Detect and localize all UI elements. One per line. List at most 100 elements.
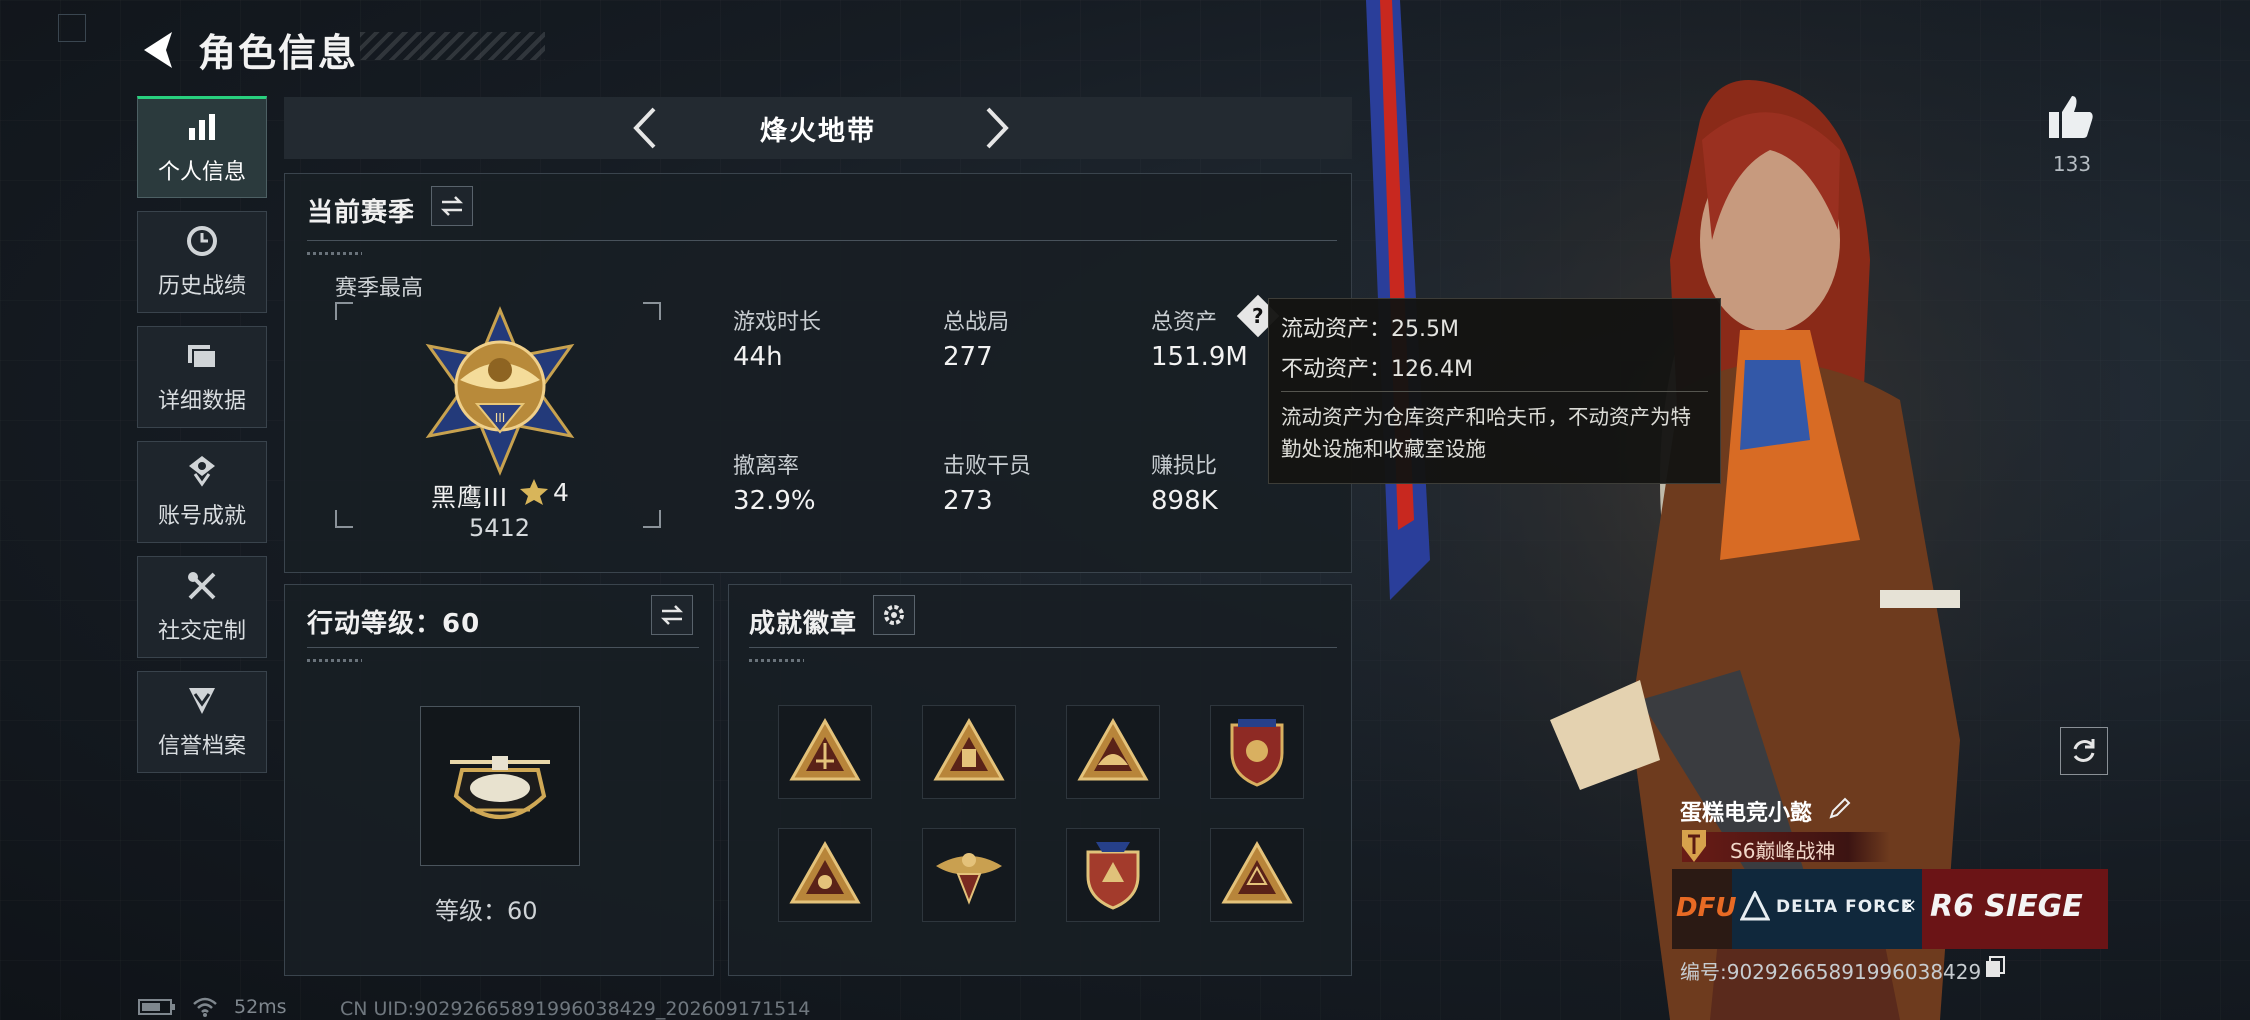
player-uid: 编号:90292665891996038429 [1680, 960, 1982, 984]
tooltip-liquid: 流动资产：25.5M [1281, 317, 1459, 342]
achievement-badge[interactable] [922, 705, 1016, 799]
sidebar-item-achievements[interactable]: 账号成就 [137, 441, 267, 543]
folder-stack-icon [188, 345, 217, 369]
sidebar-item-label: 账号成就 [157, 504, 246, 529]
star-icon [520, 479, 548, 505]
sidebar-item-history[interactable]: 历史战绩 [137, 211, 267, 313]
prev-mode-arrow-icon[interactable] [624, 105, 670, 151]
trophy-tag-icon [1682, 830, 1706, 862]
stat-value: 32.9% [733, 486, 816, 516]
banner-x: × [1902, 895, 1918, 916]
banner-dfu-text: DFU [1676, 893, 1737, 923]
stat-value: 151.9M [1151, 342, 1248, 372]
achievement-badge[interactable] [1210, 705, 1304, 799]
level-switch-button[interactable] [651, 595, 693, 635]
back-arrow-icon[interactable] [138, 28, 178, 72]
sidebar-item-details[interactable]: 详细数据 [137, 326, 267, 428]
title-tag: S6巅峰战神 [1682, 830, 1890, 863]
divider [749, 647, 1337, 648]
svg-text:III: III [495, 411, 506, 425]
asset-tooltip: 流动资产：25.5M 不动资产：126.4M 流动资产为仓库资产和哈夫币，不动资… [1268, 298, 1721, 484]
sidebar: 个人信息 历史战绩 详细数据 账号成就 社交定制 信誉档案 [137, 96, 267, 786]
achievement-badge[interactable] [778, 828, 872, 922]
mode-name: 烽火地带 [760, 115, 876, 147]
season-best-label: 赛季最高 [335, 276, 424, 301]
sidebar-item-label: 社交定制 [157, 619, 246, 644]
triangle-badge-icon [1221, 840, 1293, 904]
season-panel: 当前赛季 赛季最高 III 黑鹰III 4 5412 游戏时长 44h 总战局 … [284, 173, 1352, 573]
badges-title: 成就徽章 [749, 609, 858, 639]
tooltip-divider [1281, 391, 1708, 392]
achievement-medal-icon [189, 456, 215, 487]
sidebar-item-label: 历史战绩 [157, 274, 246, 299]
frame-corner [335, 510, 353, 528]
stat-value: 277 [943, 342, 993, 372]
banner-delta-force: DELTA FORCE [1776, 897, 1914, 917]
page-title: 角色信息 [198, 31, 359, 75]
wifi-icon [193, 997, 217, 1017]
triangle-badge-icon [933, 717, 1005, 781]
cn-uid: CN UID:90292665891996038429_202609171514 [340, 998, 811, 1020]
stat-label: 总战局 [943, 310, 1010, 335]
helicopter-emblem-icon [450, 756, 550, 819]
rank-emblem-icon: III [425, 306, 575, 476]
tools-icon [188, 572, 216, 600]
achievement-badge[interactable] [922, 828, 1016, 922]
triangle-badge-icon [789, 840, 861, 904]
rotate-view-button[interactable] [2060, 727, 2108, 775]
stat-value: 898K [1151, 486, 1218, 516]
bar-chart-icon [189, 114, 215, 140]
badge-settings-button[interactable] [873, 595, 915, 635]
refresh-rotate-icon [2073, 739, 2095, 762]
season-switch-button[interactable] [431, 186, 473, 226]
achievement-badge[interactable] [1066, 828, 1160, 922]
rank-stars: 4 [553, 478, 570, 507]
profile-banner: DFU DELTA FORCE × R6 SIEGE [1672, 869, 2108, 949]
title-tag-text: S6巅峰战神 [1730, 839, 1836, 863]
sidebar-item-reputation[interactable]: 信誉档案 [137, 671, 267, 773]
action-level-title: 行动等级：60 [307, 609, 481, 639]
level-text: 等级：60 [435, 897, 538, 925]
ping-value: 52ms [234, 996, 287, 1018]
sidebar-item-label: 详细数据 [157, 389, 246, 414]
tooltip-fixed: 不动资产：126.4M [1281, 357, 1473, 382]
frame-corner [643, 302, 661, 320]
frame-corner [643, 510, 661, 528]
divider [307, 647, 699, 648]
battery-icon [138, 999, 175, 1015]
triangle-badge-icon [789, 717, 861, 781]
achievement-badge[interactable] [778, 705, 872, 799]
frame-corner [335, 302, 353, 320]
player-name: 蛋糕电竞小懿 [1680, 801, 1813, 826]
shield-badge-icon [1086, 842, 1140, 910]
divider [307, 240, 1337, 241]
stat-label: 赚损比 [1151, 454, 1218, 479]
tick-decoration [307, 659, 362, 662]
copy-icon[interactable] [1984, 955, 2006, 979]
history-clock-icon [187, 226, 217, 256]
pencil-edit-icon[interactable] [1828, 796, 1852, 820]
mode-selector: 烽火地带 [284, 97, 1352, 159]
banner-r6-siege: R6 SIEGE [1930, 889, 2083, 924]
achievement-badge[interactable] [1210, 828, 1304, 922]
tooltip-description: 流动资产为仓库资产和哈夫币，不动资产为特勤处设施和收藏室设施 [1281, 405, 1691, 461]
swap-icon [660, 605, 684, 625]
stat-value: 273 [943, 486, 993, 516]
shield-chevron-icon [189, 688, 215, 714]
achievement-badge[interactable] [1066, 705, 1160, 799]
stat-label: 总资产 [1151, 310, 1218, 335]
sidebar-item-social[interactable]: 社交定制 [137, 556, 267, 658]
sidebar-item-personal-info[interactable]: 个人信息 [137, 96, 267, 198]
stat-label: 游戏时长 [733, 310, 822, 335]
delta-logo-icon [1740, 891, 1770, 921]
next-mode-arrow-icon[interactable] [972, 105, 1018, 151]
thumbs-up-icon[interactable] [2046, 92, 2096, 142]
sidebar-item-label: 个人信息 [157, 160, 246, 185]
triangle-badge-icon [1077, 717, 1149, 781]
header-decoration [360, 32, 545, 60]
rank-points: 5412 [469, 514, 531, 542]
gear-icon [884, 605, 904, 625]
level-emblem [420, 706, 580, 866]
season-title: 当前赛季 [307, 198, 416, 228]
rank-name: 黑鹰III [431, 483, 509, 512]
